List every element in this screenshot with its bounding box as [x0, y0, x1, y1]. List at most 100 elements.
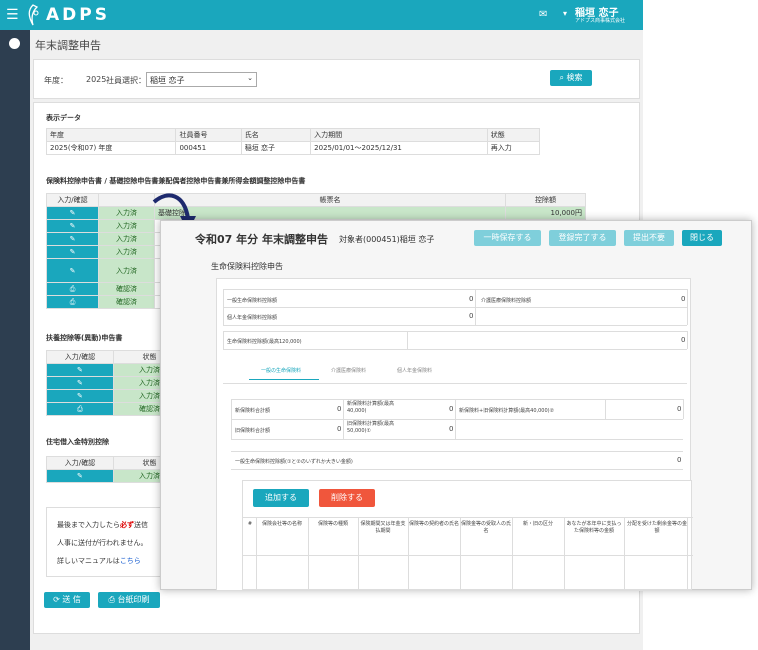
tab-general[interactable]: 一般の生命保険料 — [261, 367, 301, 374]
print-button[interactable]: ⎙ 台紙印刷 — [98, 592, 160, 608]
total-label: 生命保険料控除額(最高120,000) — [227, 339, 302, 345]
edit-pencil-icon[interactable]: ✎ — [46, 389, 114, 403]
new-calc-value: 0 — [449, 405, 454, 413]
col-paid-amount: あなたが本年中に支払った保険料等の金額 — [566, 521, 622, 534]
col-surplus: 分配を受けた剰余金等の金額 — [627, 521, 688, 534]
user-circle-icon[interactable] — [9, 38, 20, 49]
search-icon: ⌕ — [559, 73, 567, 82]
add-button[interactable]: 追加する — [253, 489, 309, 507]
col-input: 入力/確認 — [46, 193, 99, 207]
col-input: 入力/確認 — [46, 456, 114, 470]
life-insurance-modal: 令和07 年分 年末調整申告 対象者(000451)稲垣 恋子 一時保存する 登… — [160, 220, 752, 591]
header-name: 氏名 — [240, 128, 312, 142]
tab-care[interactable]: 介護医療保険料 — [331, 367, 366, 374]
user-company: アドプス商事株式会社 — [575, 18, 626, 24]
col-amount: 控除額 — [505, 193, 586, 207]
hamburger-menu-icon[interactable]: ☰ — [6, 7, 19, 23]
notice-line-1: 最後まで入力したら必ず送信 — [57, 521, 148, 529]
caret-down-icon[interactable]: ▾ — [563, 9, 567, 18]
status-cell: 入力済 — [98, 219, 155, 233]
logo-text: ADPS — [46, 5, 110, 25]
send-button[interactable]: ⟳ 送 信 — [44, 592, 90, 608]
insurance-section-title: 保険料控除申告書 / 基礎控除申告書兼配偶者控除申告書兼所得金額調整控除申告書 — [46, 177, 306, 185]
row-status: 再入力 — [486, 141, 541, 155]
form-name-cell: 基礎控除 — [154, 206, 506, 220]
status-cell: 入力済 — [98, 232, 155, 246]
notice-line-2: 人事に送付が行われません。 — [57, 539, 148, 547]
employee-select[interactable]: 稲垣 恋子 ⌄ — [146, 72, 257, 87]
edit-pencil-icon[interactable]: ✎ — [46, 376, 114, 390]
general-label: 一般生命保険料控除額 — [227, 298, 278, 304]
general-deduction-value: 0 — [677, 456, 682, 464]
register-complete-button[interactable]: 登録完了する — [549, 230, 616, 246]
total-value: 0 — [681, 336, 686, 344]
manual-link[interactable]: こちら — [120, 557, 141, 565]
general-deduction-label: 一般生命保険料控除額(①と②のいずれか大きい金額) — [235, 459, 353, 465]
page-title: 年末調整申告 — [35, 39, 101, 52]
header-employee-no: 社員番号 — [175, 128, 242, 142]
search-button[interactable]: ⌕ 検索 — [550, 70, 592, 86]
print-icon[interactable]: ⎙ — [46, 282, 99, 296]
modal-title: 令和07 年分 年末調整申告 — [195, 233, 328, 246]
detail-table-card: 追加する 削除する # 保険会社等の名称 保険等の種類 保険期間又は年金支払期間… — [242, 480, 693, 591]
status-cell: 確認済 — [98, 282, 155, 296]
temporary-save-button[interactable]: 一時保存する — [474, 230, 541, 246]
row-year: 2025(令和07) 年度 — [45, 141, 177, 155]
employee-label: 社員選択： — [106, 76, 146, 85]
row-period: 2025/01/01～2025/12/31 — [310, 141, 488, 155]
header-period: 入力期間 — [310, 128, 488, 142]
housing-section-title: 住宅借入金特別控除 — [46, 438, 109, 446]
year-value[interactable]: 2025 — [86, 75, 106, 84]
edit-pencil-icon[interactable]: ✎ — [46, 206, 99, 220]
modal-content: 一般生命保険料控除額 0 介護医療保険料控除額 0 個人年金保険料控除額 0 生… — [216, 278, 693, 591]
delete-button[interactable]: 削除する — [319, 489, 375, 507]
new-total-label: 新保険料合計額 — [235, 408, 271, 414]
row-employee-no: 000451 — [175, 141, 242, 155]
logo-mark-icon — [28, 4, 39, 26]
refresh-icon: ⟳ — [53, 595, 63, 604]
edit-pencil-icon[interactable]: ✎ — [46, 245, 99, 259]
edit-pencil-icon[interactable]: ✎ — [46, 219, 99, 233]
pension-value: 0 — [469, 312, 474, 320]
status-cell: 入力済 — [98, 258, 155, 283]
combined-label: 新保険料+旧保険料計算額(最高40,000)② — [459, 408, 555, 414]
notice-line-3: 詳しいマニュアルはこちら — [57, 557, 141, 565]
col-contractor: 保険等の契約者の氏名 — [409, 521, 460, 527]
edit-pencil-icon[interactable]: ✎ — [46, 363, 114, 377]
tab-pension[interactable]: 個人年金保険料 — [397, 367, 432, 374]
pension-label: 個人年金保険料控除額 — [227, 315, 278, 321]
col-company: 保険会社等の名称 — [261, 521, 302, 527]
old-total-label: 旧保険料合計額 — [235, 428, 271, 434]
col-input: 入力/確認 — [46, 350, 114, 364]
old-calc-label: 旧保険料計算額(最高50,000)① — [347, 421, 394, 434]
general-value: 0 — [469, 295, 474, 303]
old-calc-value: 0 — [449, 425, 454, 433]
status-cell: 入力済 — [98, 206, 155, 220]
care-label: 介護医療保険料控除額 — [481, 298, 532, 304]
form-amount-cell: 10,000円 — [505, 206, 586, 220]
status-cell: 確認済 — [98, 295, 155, 309]
new-total-value: 0 — [337, 405, 342, 413]
dependent-section-title: 扶養控除等(異動)申告書 — [46, 334, 123, 342]
chevron-down-icon: ⌄ — [247, 74, 253, 82]
new-calc-label: 新保険料計算額(最高40,000) — [347, 401, 394, 414]
col-form: 帳票名 — [154, 193, 506, 207]
filter-card: 年度： 2025 社員選択： 稲垣 恋子 ⌄ ⌕ 検索 — [33, 59, 640, 99]
modal-subject: 対象者(000451)稲垣 恋子 — [339, 235, 435, 244]
modal-heading: 生命保険料控除申告 — [211, 262, 283, 271]
display-table: 年度 社員番号 氏名 入力期間 状態 2025(令和07) 年度 000451 … — [45, 128, 541, 155]
header-year: 年度 — [45, 128, 177, 142]
top-bar: ☰ ADPS ✉ ▾ 稲垣 恋子 アドプス商事株式会社 — [0, 0, 643, 30]
care-value: 0 — [681, 295, 686, 303]
no-submit-button[interactable]: 提出不要 — [624, 230, 674, 246]
edit-pencil-icon[interactable]: ✎ — [46, 469, 114, 483]
edit-pencil-icon[interactable]: ✎ — [46, 232, 99, 246]
edit-pencil-icon[interactable]: ✎ — [46, 258, 99, 283]
header-status: 状態 — [486, 128, 541, 142]
mail-icon[interactable]: ✉ — [539, 9, 547, 20]
employee-select-value: 稲垣 恋子 — [150, 76, 185, 85]
row-name: 稲垣 恋子 — [240, 141, 312, 155]
close-button[interactable]: 閉じる — [682, 230, 722, 246]
print-icon[interactable]: ⎙ — [46, 295, 99, 309]
print-icon[interactable]: ⎙ — [46, 402, 114, 416]
